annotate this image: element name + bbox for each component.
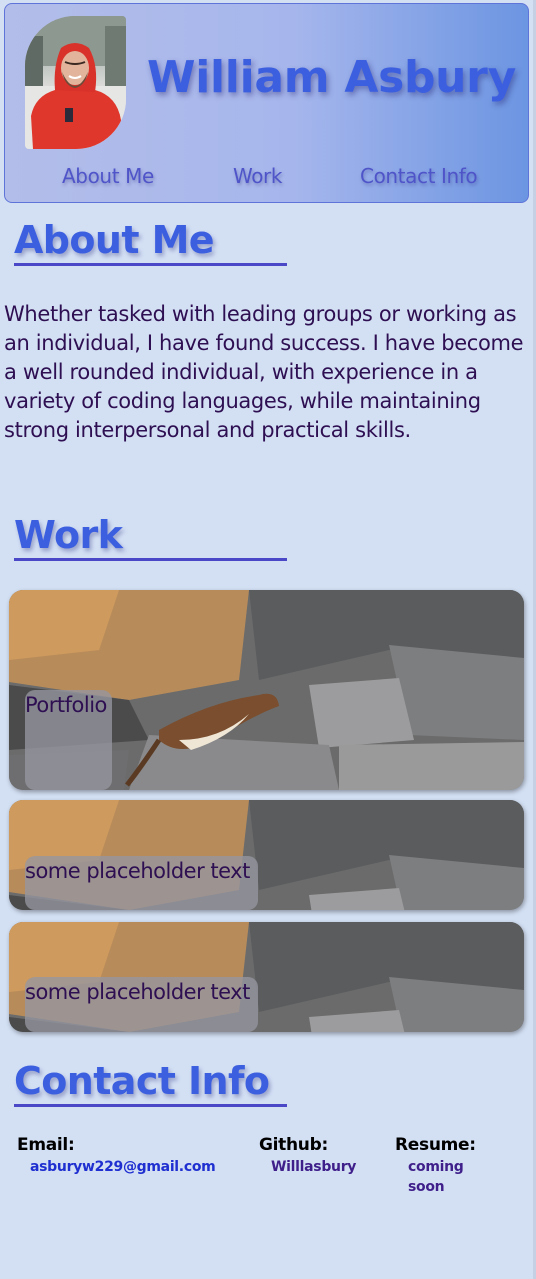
work-card-placeholder-1[interactable]: some placeholder text: [9, 800, 524, 910]
work-card-label: some placeholder text: [25, 977, 258, 1032]
github-link[interactable]: Willlasbury: [271, 1157, 356, 1177]
github-title: Github:: [259, 1135, 328, 1155]
contact-email: Email: asburyw229@gmail.com: [17, 1133, 216, 1177]
email-title: Email:: [17, 1135, 75, 1155]
nav-link-work[interactable]: Work: [233, 161, 282, 191]
site-title: William Asbury: [147, 52, 516, 103]
avatar: [25, 16, 126, 149]
resume-value: coming soon: [408, 1159, 464, 1195]
resume-title: Resume:: [395, 1135, 476, 1155]
email-link[interactable]: asburyw229@gmail.com: [30, 1157, 216, 1177]
work-card-label: some placeholder text: [25, 856, 258, 910]
about-heading: About Me: [14, 217, 287, 266]
contact-github: Github: Willlasbury: [259, 1133, 356, 1177]
site-header: William Asbury About Me Work Contact Inf…: [4, 3, 529, 203]
about-text: Whether tasked with leading groups or wo…: [4, 302, 524, 442]
work-card-portfolio[interactable]: Portfolio: [9, 590, 524, 790]
contact-resume: Resume: coming soon: [395, 1133, 478, 1197]
nav-link-contact-info[interactable]: Contact Info: [360, 161, 478, 191]
work-card-label: Portfolio: [25, 690, 112, 790]
work-heading: Work: [14, 512, 287, 561]
avatar-photo: [25, 16, 126, 149]
work-card-placeholder-2[interactable]: some placeholder text: [9, 922, 524, 1032]
contact-heading: Contact Info: [14, 1058, 287, 1107]
nav-link-about-me[interactable]: About Me: [62, 161, 154, 191]
